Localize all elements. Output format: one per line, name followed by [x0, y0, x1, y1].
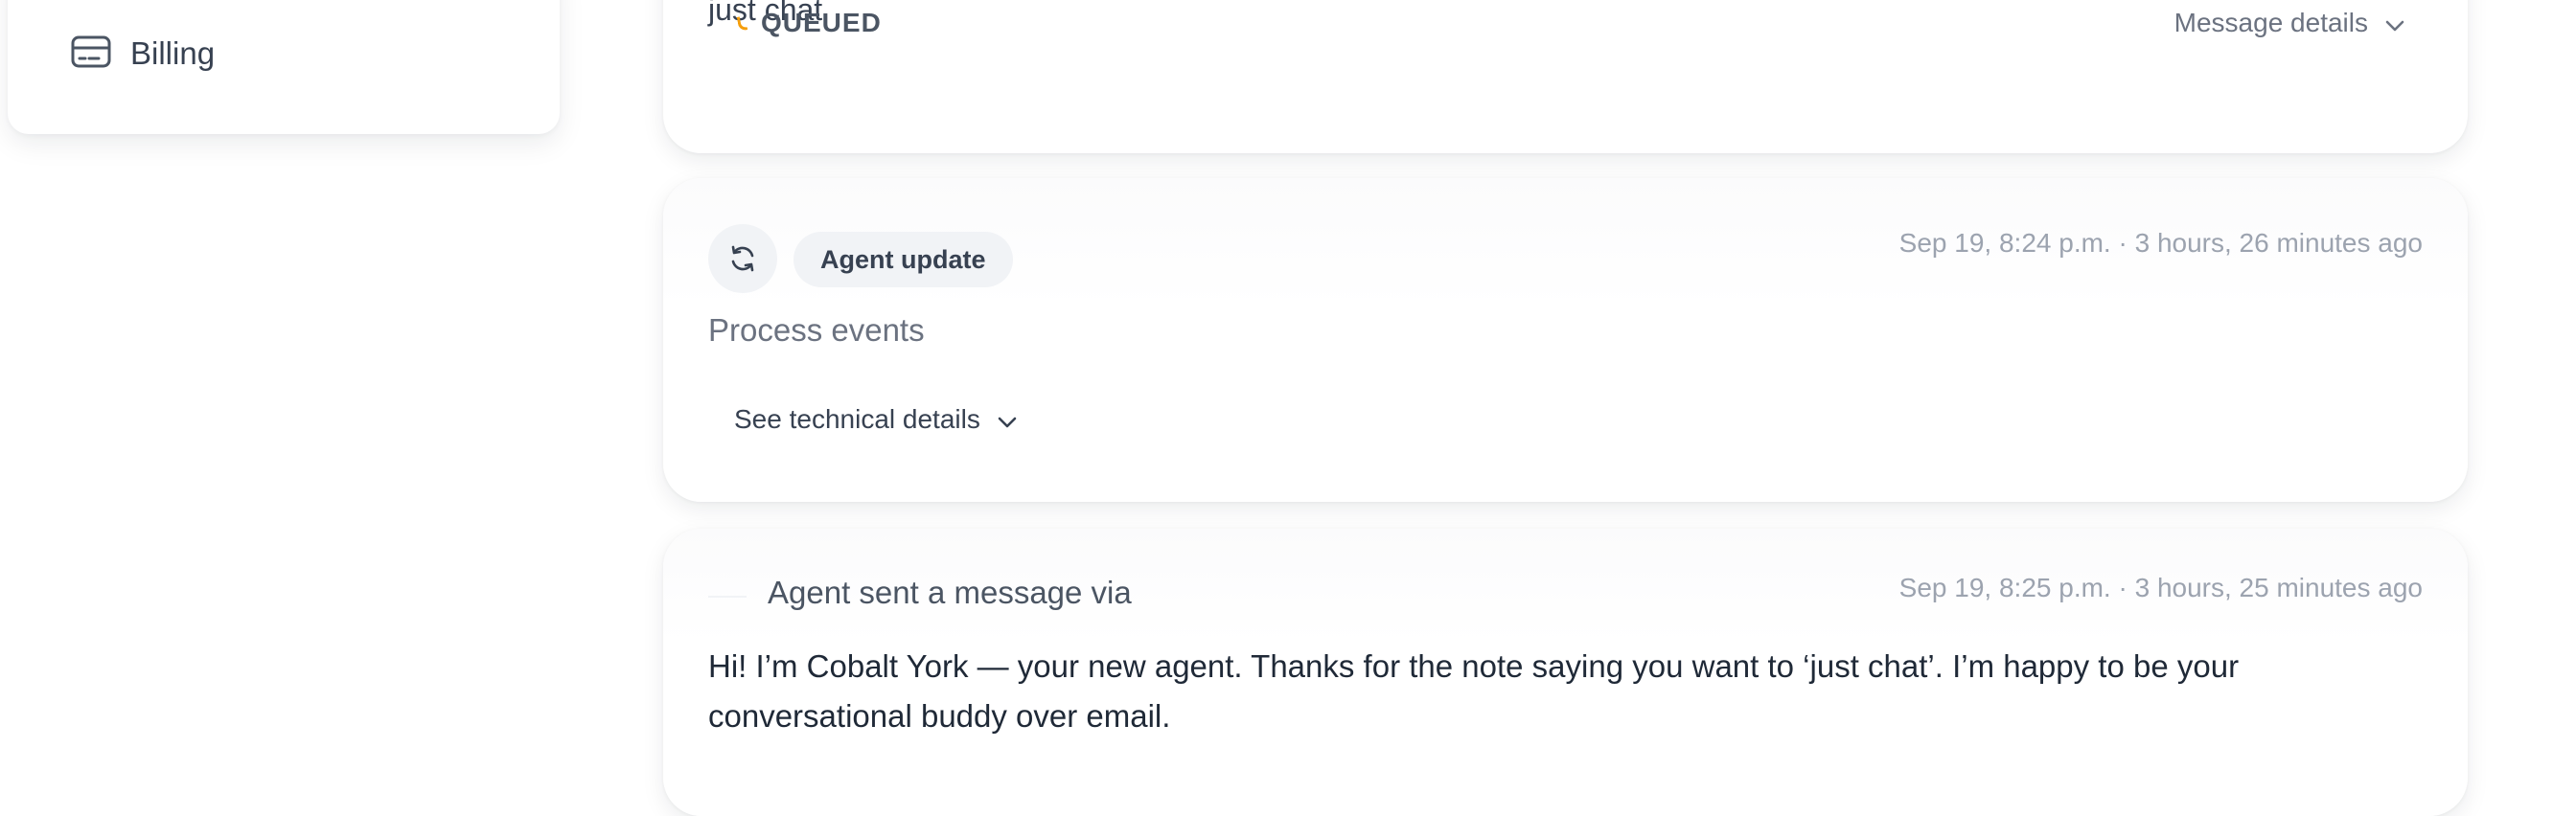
message-body: Hi! I’m Cobalt York — your new agent. Th… [708, 648, 2240, 734]
technical-details-toggle[interactable]: See technical details [734, 404, 1017, 435]
technical-details-label: See technical details [734, 404, 980, 434]
status-badge: QUEUED [738, 8, 882, 38]
channel-placeholder [708, 596, 747, 598]
status-label: QUEUED [761, 8, 882, 37]
sidebar-card: Billing [8, 0, 560, 134]
sidebar-item-label: Billing [130, 35, 216, 71]
agent-update-badge: Agent update [794, 232, 1013, 287]
refresh-icon [708, 224, 777, 293]
sidebar-item-billing[interactable]: Billing [71, 34, 215, 73]
timestamp: Sep 19, 8:24 p.m. · 3 hours, 26 minutes … [1898, 228, 2423, 258]
chevron-down-icon [2385, 8, 2404, 38]
message-details-toggle[interactable]: Message details [2174, 8, 2404, 38]
chevron-down-icon [998, 404, 1017, 435]
message-details-label: Message details [2174, 8, 2368, 37]
update-title: Process events [708, 312, 925, 348]
agent-update-card: Agent update Sep 19, 8:24 p.m. · 3 hours… [663, 178, 2468, 502]
message-card: just chat QUEUED Message details [663, 0, 2468, 153]
timestamp: Sep 19, 8:25 p.m. · 3 hours, 25 minutes … [1898, 573, 2423, 602]
credit-card-icon [71, 35, 111, 73]
sender-label: Agent sent a message via [768, 575, 1132, 610]
sent-message-card: Agent sent a message via Sep 19, 8:25 p.… [663, 529, 2468, 816]
spinner-icon [738, 16, 748, 30]
